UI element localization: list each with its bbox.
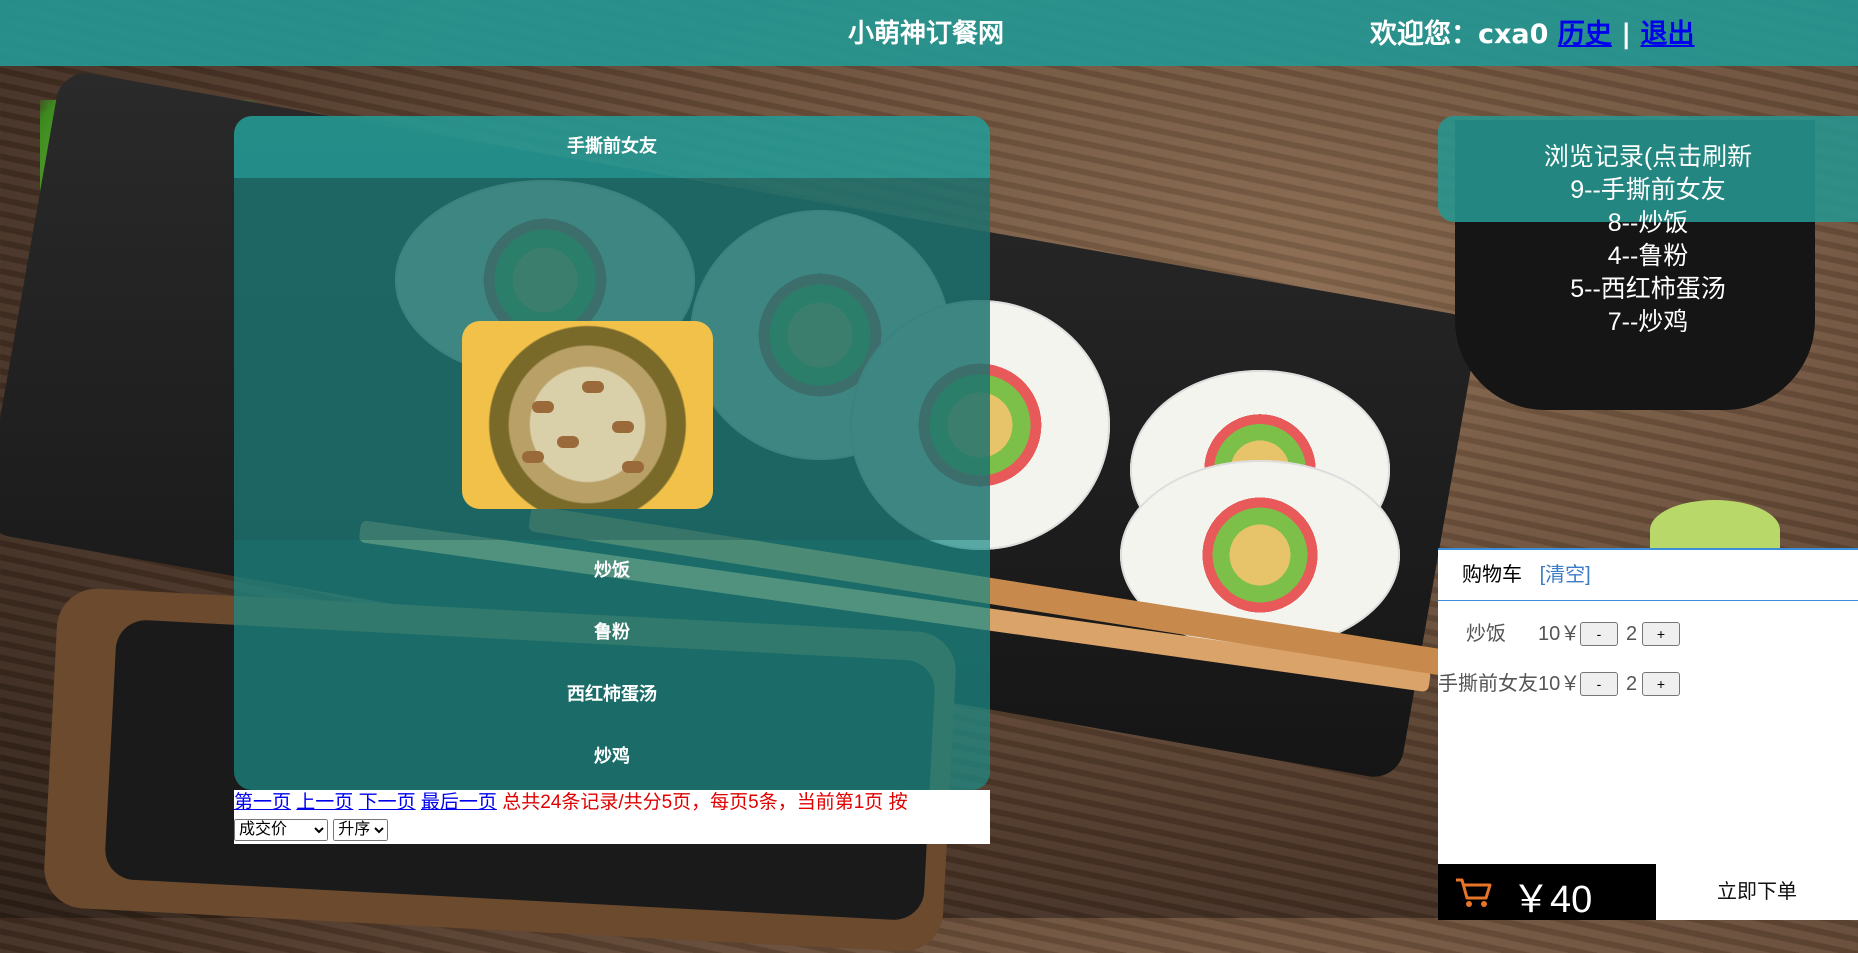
sort-field-select[interactable]: 成交价	[234, 818, 328, 841]
menu-item[interactable]: 鲁粉	[234, 602, 990, 664]
cart-item-qty: 2	[1626, 623, 1638, 645]
next-page-link[interactable]: 下一页	[359, 792, 416, 813]
history-entry[interactable]: 9--手撕前女友	[1438, 174, 1858, 207]
cart-footer: ￥40 立即下单	[1438, 864, 1858, 921]
cart-item-name: 炒饭	[1466, 623, 1506, 645]
user-welcome: 欢迎您：cxa0 历史 | 退出	[1370, 12, 1695, 51]
pagination: 第一页 上一页 下一页 最后一页 总共24条记录/共分5页，每页5条，当前第1页…	[234, 790, 990, 844]
site-title: 小萌神订餐网	[848, 19, 1005, 49]
dish-photo	[462, 321, 713, 509]
sort-order-select[interactable]: 升序	[333, 818, 389, 841]
increase-qty-button[interactable]: +	[1642, 622, 1680, 646]
prev-page-link[interactable]: 上一页	[296, 792, 353, 813]
history-entry[interactable]: 4--鲁粉	[1438, 240, 1858, 273]
cart-item-qty: 2	[1626, 673, 1638, 695]
history-entry[interactable]: 8--炒饭	[1438, 207, 1858, 240]
history-link[interactable]: 历史	[1558, 19, 1612, 50]
cart-item-price: 10￥	[1538, 673, 1581, 695]
welcome-text: 欢迎您：cxa0	[1370, 19, 1549, 50]
logout-link[interactable]: 退出	[1641, 19, 1695, 50]
cart-item-price: 10￥	[1538, 623, 1581, 645]
top-header: 小萌神订餐网 欢迎您：cxa0 历史 | 退出	[0, 0, 1858, 66]
history-entry[interactable]: 5--西红柿蛋汤	[1438, 273, 1858, 306]
cart-row: 炒饭 10￥ - 2 +	[1438, 609, 1858, 659]
menu-item[interactable]: 炒鸡	[234, 726, 990, 788]
menu-item[interactable]: 炒饭	[234, 540, 990, 602]
place-order-button[interactable]: 立即下单	[1656, 864, 1858, 920]
pagination-info: 总共24条记录/共分5页，每页5条，当前第1页 按	[502, 792, 908, 813]
cart-title: 购物车	[1462, 564, 1522, 586]
history-title[interactable]: 浏览记录(点击刷新	[1438, 141, 1858, 174]
decrease-qty-button[interactable]: -	[1580, 622, 1618, 646]
cart-total-box: ￥40	[1438, 864, 1656, 921]
menu-item-expanded[interactable]: 手撕前女友	[234, 116, 990, 178]
cart-total: ￥40	[1512, 879, 1593, 921]
history-entry[interactable]: 7--炒鸡	[1438, 306, 1858, 339]
cart-header: 购物车 [清空]	[1438, 550, 1858, 601]
menu-item-detail	[234, 178, 990, 540]
decrease-qty-button[interactable]: -	[1580, 672, 1618, 696]
header-separator: |	[1621, 19, 1632, 50]
shopping-cart: 购物车 [清空] 炒饭 10￥ - 2 + 手撕前女友 10￥ - 2 + ￥4…	[1438, 548, 1858, 921]
first-page-link[interactable]: 第一页	[234, 792, 291, 813]
cart-icon	[1456, 878, 1492, 907]
cart-row: 手撕前女友 10￥ - 2 +	[1438, 659, 1858, 709]
cart-item-name: 手撕前女友	[1438, 673, 1538, 695]
clear-cart-button[interactable]: [清空]	[1540, 564, 1591, 586]
increase-qty-button[interactable]: +	[1642, 672, 1680, 696]
menu-item[interactable]: 西红柿蛋汤	[234, 664, 990, 726]
food-menu: 手撕前女友 炒饭 鲁粉 西红柿蛋汤 炒鸡	[234, 116, 990, 790]
history-list: 浏览记录(点击刷新 9--手撕前女友 8--炒饭 4--鲁粉 5--西红柿蛋汤 …	[1438, 141, 1858, 339]
last-page-link[interactable]: 最后一页	[421, 792, 497, 813]
